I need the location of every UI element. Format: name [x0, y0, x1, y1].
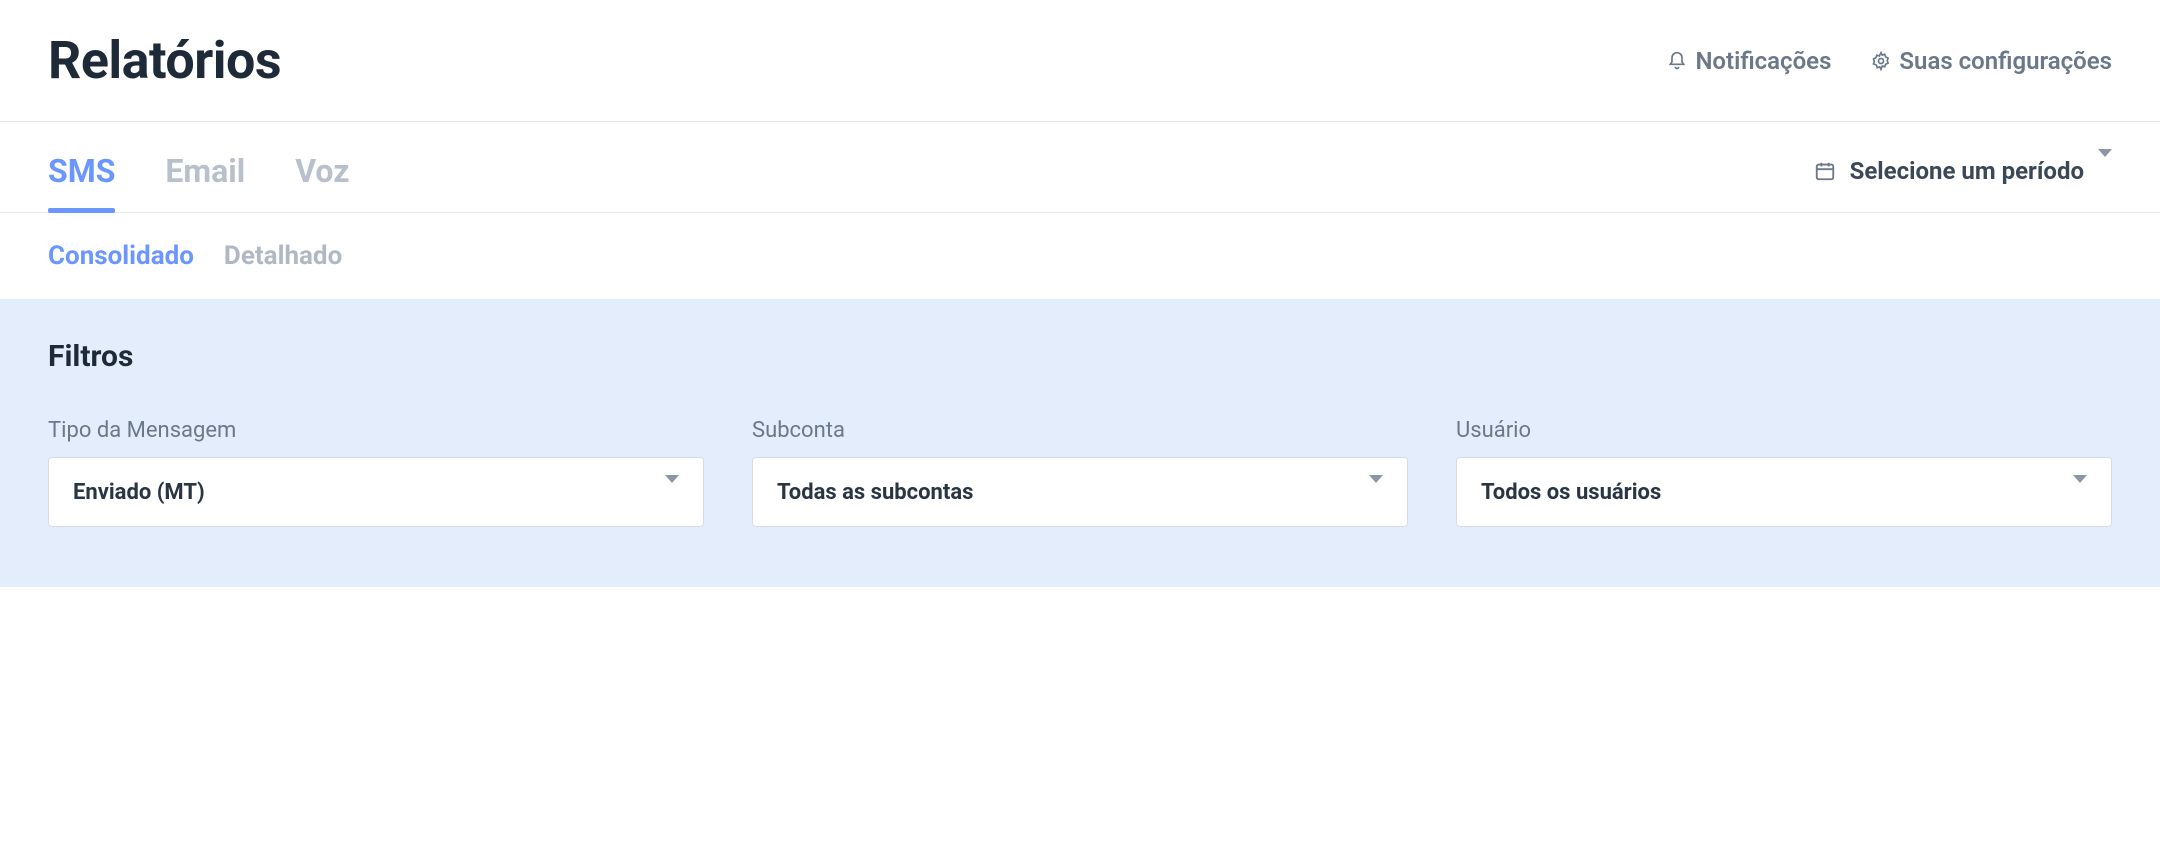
select-subconta-value: Todas as subcontas	[777, 480, 973, 505]
chevron-down-icon	[665, 483, 679, 502]
filter-usuario-label: Usuário	[1456, 418, 2112, 443]
bell-icon	[1667, 51, 1687, 71]
notifications-link[interactable]: Notificações	[1667, 47, 1831, 75]
subtab-detalhado[interactable]: Detalhado	[224, 241, 342, 271]
tab-email[interactable]: Email	[165, 152, 245, 212]
calendar-icon	[1814, 160, 1836, 182]
settings-link[interactable]: Suas configurações	[1871, 47, 2112, 75]
filters-row: Tipo da Mensagem Enviado (MT) Subconta T…	[48, 418, 2112, 527]
filter-subconta-label: Subconta	[752, 418, 1408, 443]
tab-sms[interactable]: SMS	[48, 152, 115, 212]
chevron-down-icon	[2098, 157, 2112, 185]
filters-title: Filtros	[48, 339, 2112, 374]
select-subconta[interactable]: Todas as subcontas	[752, 457, 1408, 527]
page-header: Relatórios Notificações Suas configuraçõ…	[0, 0, 2160, 122]
select-usuario[interactable]: Todos os usuários	[1456, 457, 2112, 527]
gear-icon	[1871, 51, 1891, 71]
chevron-down-icon	[1369, 483, 1383, 502]
settings-label: Suas configurações	[1899, 47, 2112, 75]
filter-tipo-mensagem: Tipo da Mensagem Enviado (MT)	[48, 418, 704, 527]
period-picker[interactable]: Selecione um período	[1814, 157, 2112, 207]
header-actions: Notificações Suas configurações	[1667, 47, 2112, 75]
subtab-consolidado[interactable]: Consolidado	[48, 241, 194, 271]
page-title: Relatórios	[48, 30, 281, 91]
tab-voz[interactable]: Voz	[295, 152, 349, 212]
notifications-label: Notificações	[1695, 47, 1831, 75]
select-usuario-value: Todos os usuários	[1481, 480, 1661, 505]
filter-tipo-label: Tipo da Mensagem	[48, 418, 704, 443]
filters-panel: Filtros Tipo da Mensagem Enviado (MT) Su…	[0, 299, 2160, 587]
chevron-down-icon	[2073, 483, 2087, 502]
select-tipo-value: Enviado (MT)	[73, 480, 205, 505]
select-tipo-mensagem[interactable]: Enviado (MT)	[48, 457, 704, 527]
tabs-row: SMS Email Voz Selecione um período	[0, 122, 2160, 213]
sub-tabs: Consolidado Detalhado	[0, 213, 2160, 299]
filter-subconta: Subconta Todas as subcontas	[752, 418, 1408, 527]
period-picker-label: Selecione um período	[1850, 157, 2084, 185]
filter-usuario: Usuário Todos os usuários	[1456, 418, 2112, 527]
primary-tabs: SMS Email Voz	[48, 152, 349, 212]
